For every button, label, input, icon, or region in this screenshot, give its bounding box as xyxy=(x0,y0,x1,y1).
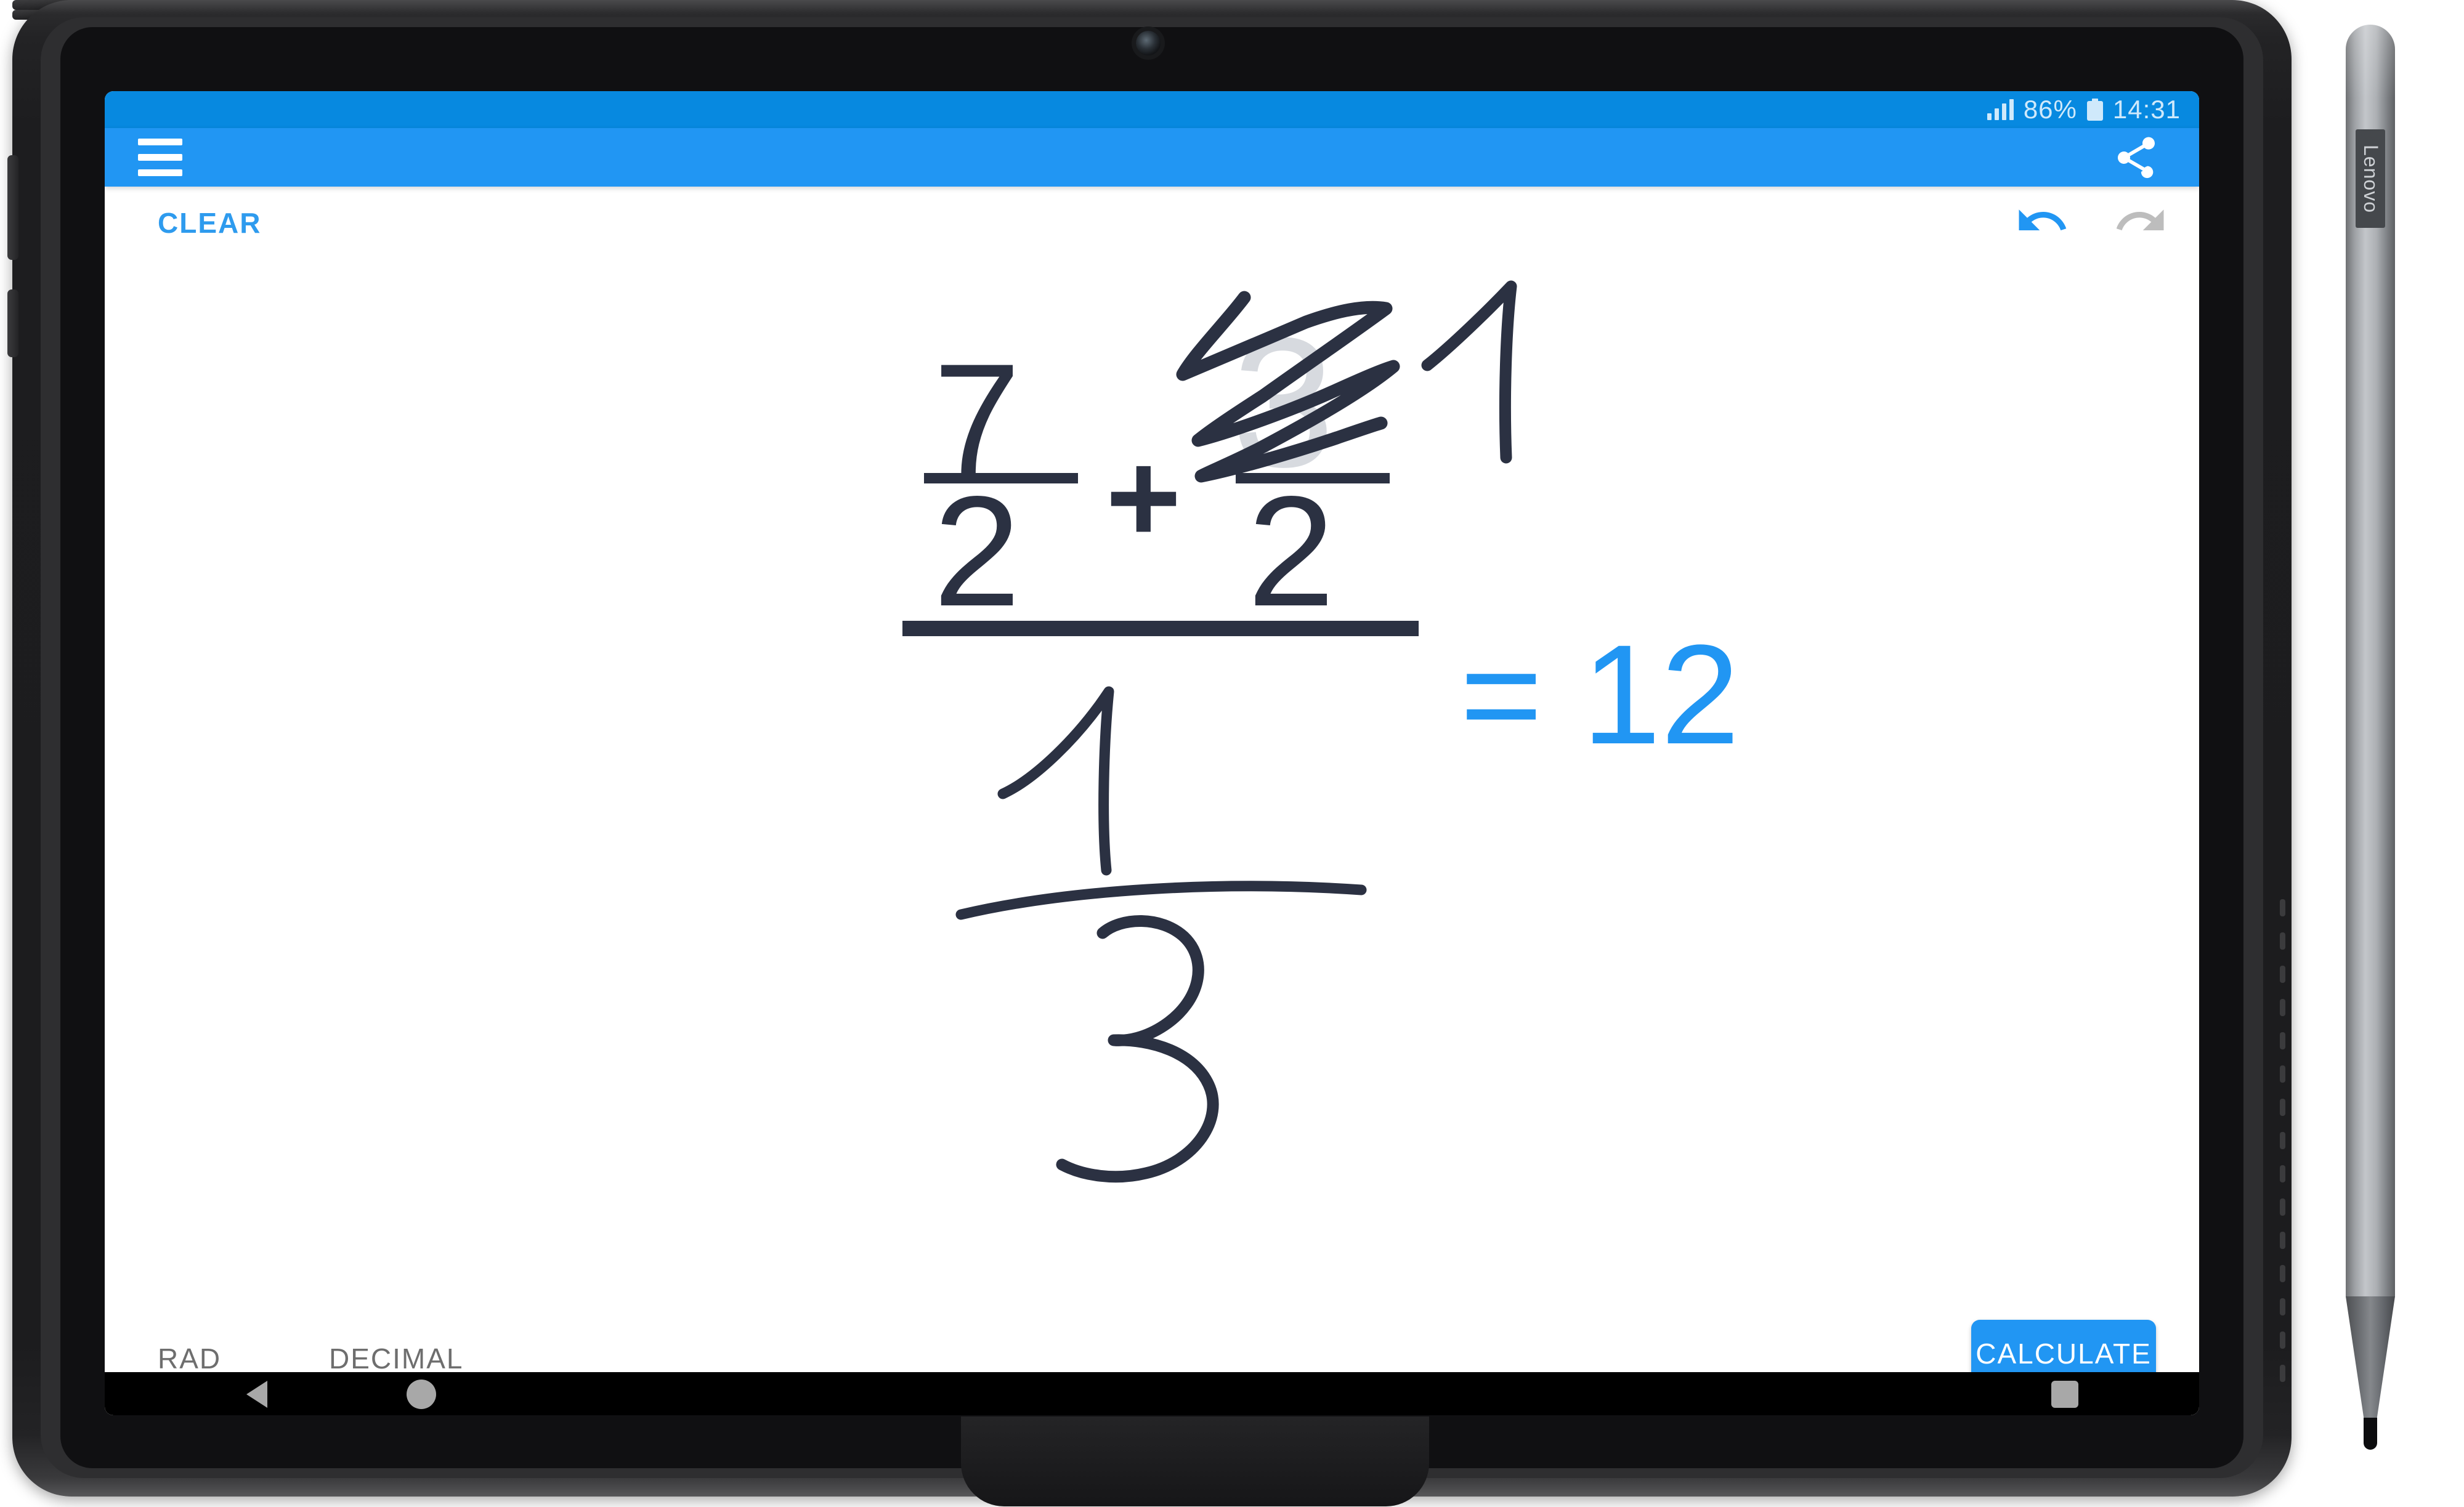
handwritten-digit-three xyxy=(1047,907,1306,1197)
stylus-brand-text: Lenovo xyxy=(2359,144,2382,213)
device-bottom-chin xyxy=(961,1416,1429,1506)
clock-label: 14:31 xyxy=(2112,95,2181,124)
handwritten-digit-one-bottom xyxy=(992,673,1189,883)
power-button[interactable] xyxy=(7,289,18,357)
recents-square-icon[interactable] xyxy=(2051,1381,2078,1408)
speaker-grille xyxy=(2280,899,2285,1392)
stylus-tip-cone xyxy=(2346,1296,2395,1423)
clear-button[interactable]: CLEAR xyxy=(148,200,271,246)
battery-percent-label: 86% xyxy=(2023,95,2077,124)
stylus-nib xyxy=(2364,1418,2377,1450)
undo-arrow-icon[interactable] xyxy=(2008,192,2076,251)
handwritten-digit-one-top xyxy=(1414,273,1574,476)
tablet-screen: 86% 14:31 CLEAR 7 2 + 3 2 = 12 RAD DECIM… xyxy=(105,91,2199,1415)
signal-bars-icon xyxy=(1987,99,2014,120)
math-ink-canvas[interactable]: 7 2 + 3 2 = 12 xyxy=(105,254,2199,1301)
redo-arrow-icon[interactable] xyxy=(2107,192,2174,251)
denominator-second-fraction: 2 xyxy=(1247,464,1335,639)
stylus-pen[interactable]: Lenovo xyxy=(2335,25,2406,1466)
action-row: CLEAR xyxy=(105,187,2199,254)
stylus-brand-label: Lenovo xyxy=(2356,129,2385,228)
volume-button[interactable] xyxy=(7,155,18,260)
front-camera-icon xyxy=(1136,31,1161,55)
home-circle-icon[interactable] xyxy=(407,1380,436,1409)
share-icon[interactable] xyxy=(2107,128,2166,187)
status-bar: 86% 14:31 xyxy=(105,91,2199,128)
tablet-device: 86% 14:31 CLEAR 7 2 + 3 2 = 12 RAD DECIM… xyxy=(7,0,2292,1507)
android-nav-bar xyxy=(105,1372,2199,1415)
main-fraction-bar xyxy=(902,621,1419,636)
battery-full-icon xyxy=(2086,99,2103,121)
result-expression: = 12 xyxy=(1460,615,1740,774)
back-triangle-icon[interactable] xyxy=(246,1381,290,1408)
stylus-cap xyxy=(2346,25,2395,99)
app-bar xyxy=(105,128,2199,187)
denominator-first-fraction: 2 xyxy=(933,464,1021,639)
hamburger-menu-icon[interactable] xyxy=(138,134,193,181)
